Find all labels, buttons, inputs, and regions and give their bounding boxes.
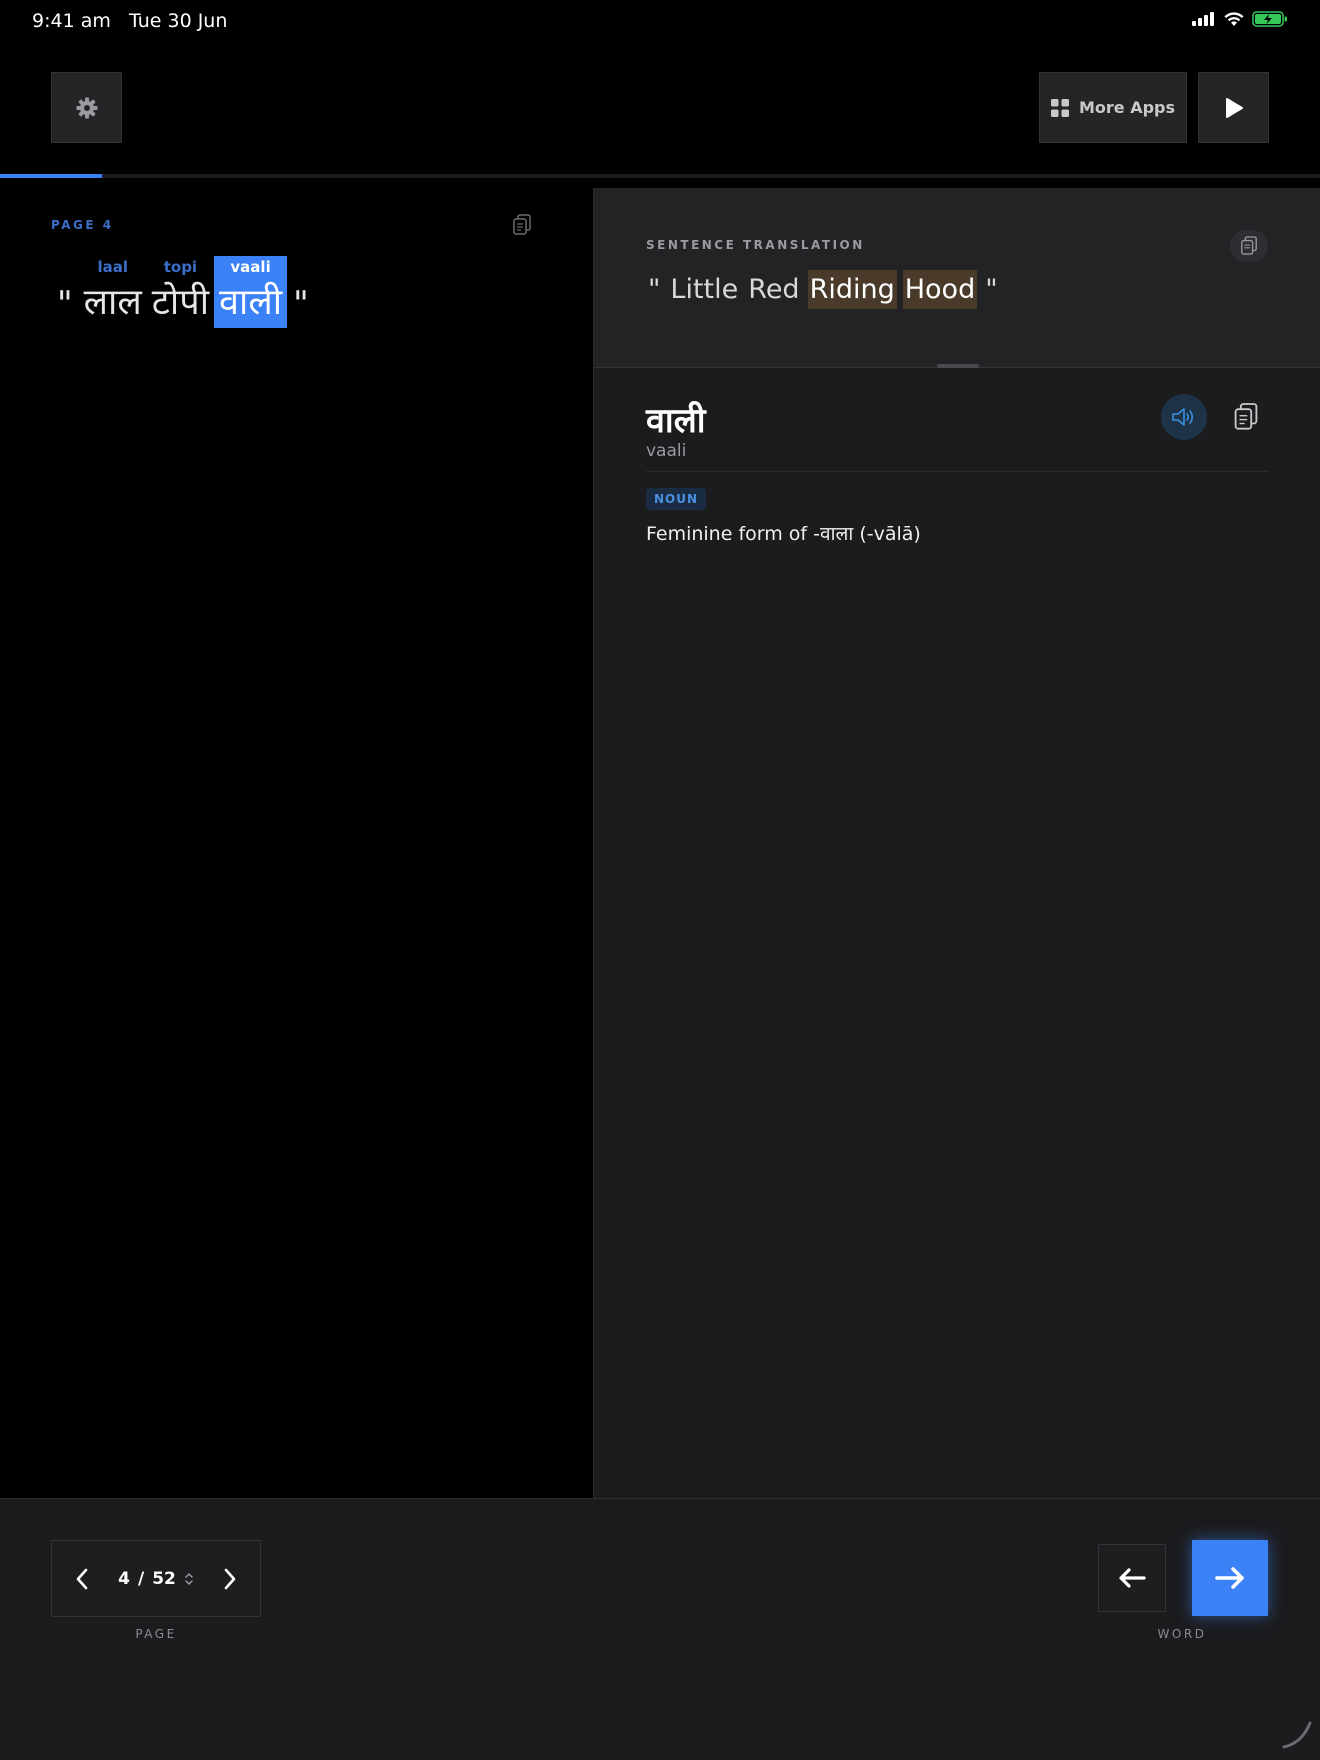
word-chip[interactable]: topi टोपी bbox=[147, 256, 214, 328]
more-apps-button[interactable]: More Apps bbox=[1039, 72, 1187, 143]
translation-word-highlighted: Riding bbox=[807, 270, 897, 309]
definition-panel: SENTENCE TRANSLATION " Little Red Riding… bbox=[593, 188, 1320, 1498]
page-separator: / bbox=[137, 1568, 145, 1589]
copy-sentence-button[interactable] bbox=[512, 214, 532, 240]
total-page-count: 52 bbox=[152, 1568, 176, 1589]
chevron-up-down-icon bbox=[185, 1572, 193, 1585]
sentence-translation-label: SENTENCE TRANSLATION bbox=[646, 238, 865, 252]
source-sentence-panel: PAGE 4 " laal लाल topi टोपी vaali वाली " bbox=[0, 188, 593, 1498]
word-transliteration: vaali bbox=[230, 258, 271, 276]
previous-word-button[interactable] bbox=[1098, 1544, 1166, 1612]
next-word-button[interactable] bbox=[1192, 1540, 1268, 1616]
reading-progress-fill bbox=[0, 174, 102, 178]
chevron-left-icon bbox=[76, 1568, 88, 1589]
word-caption: WORD bbox=[1157, 1627, 1207, 1641]
arrow-right-icon bbox=[1215, 1567, 1244, 1589]
status-time-text: 9:41 am bbox=[32, 10, 111, 32]
translation-open-quote: " bbox=[648, 274, 661, 305]
status-time: 9:41 am Tue 30 Jun bbox=[32, 10, 227, 32]
word-hindi: वाली bbox=[219, 282, 283, 323]
wifi-icon bbox=[1224, 11, 1244, 26]
status-bar: 9:41 am Tue 30 Jun bbox=[0, 0, 1320, 40]
translation-word: Little bbox=[670, 274, 739, 305]
definition-headword: वाली bbox=[646, 401, 706, 441]
page-caption: PAGE bbox=[135, 1627, 177, 1641]
source-sentence: " laal लाल topi टोपी vaali वाली " bbox=[51, 256, 315, 328]
page-label: PAGE 4 bbox=[51, 218, 114, 232]
arrow-left-icon bbox=[1119, 1568, 1146, 1588]
battery-charging-icon bbox=[1252, 11, 1287, 27]
speaker-icon bbox=[1172, 408, 1194, 426]
play-button[interactable] bbox=[1198, 72, 1269, 143]
settings-button[interactable] bbox=[51, 72, 122, 143]
previous-page-button[interactable] bbox=[52, 1541, 112, 1616]
translation-word-highlighted: Hood bbox=[902, 270, 978, 309]
definition-divider bbox=[646, 471, 1268, 472]
play-icon bbox=[1225, 97, 1243, 118]
translation-word: Red bbox=[748, 274, 800, 305]
part-of-speech-badge: NOUN bbox=[646, 488, 707, 510]
scroll-indicator-icon bbox=[1282, 1721, 1312, 1749]
definition-transliteration: vaali bbox=[646, 441, 687, 461]
copy-icon bbox=[1241, 236, 1257, 255]
gear-icon bbox=[76, 97, 97, 118]
copy-translation-button[interactable] bbox=[1230, 230, 1268, 262]
reading-progress-bar bbox=[0, 174, 1320, 178]
more-apps-label: More Apps bbox=[1078, 98, 1176, 117]
status-date-text: Tue 30 Jun bbox=[128, 10, 228, 32]
word-chip[interactable]: laal लाल bbox=[79, 256, 147, 328]
copy-icon bbox=[1234, 403, 1258, 430]
bottom-navigation-bar: 4 / 52 PAGE WORD bbox=[0, 1498, 1320, 1760]
page-pager: 4 / 52 bbox=[51, 1540, 261, 1617]
status-icons bbox=[1192, 11, 1288, 27]
copy-icon bbox=[513, 214, 531, 235]
word-transliteration: laal bbox=[97, 258, 128, 276]
translation-close-quote: " bbox=[985, 274, 998, 305]
open-quote: " bbox=[57, 284, 73, 324]
close-quote: " bbox=[293, 284, 309, 324]
definition-meaning: Feminine form of -वाला (-vālā) bbox=[646, 523, 921, 545]
next-page-button[interactable] bbox=[200, 1541, 260, 1616]
resize-handle[interactable] bbox=[937, 364, 979, 368]
grid-icon bbox=[1050, 98, 1069, 117]
pronounce-button[interactable] bbox=[1161, 394, 1207, 440]
current-page-number: 4 bbox=[118, 1568, 130, 1589]
chevron-right-icon bbox=[224, 1568, 236, 1589]
copy-definition-button[interactable] bbox=[1230, 401, 1262, 433]
cellular-signal-icon bbox=[1192, 12, 1214, 26]
word-hindi: लाल bbox=[83, 282, 142, 323]
word-transliteration: topi bbox=[163, 258, 198, 276]
word-chip-selected[interactable]: vaali वाली bbox=[214, 256, 288, 328]
sentence-translation-text: " Little Red Riding Hood " bbox=[646, 270, 1006, 309]
page-selector[interactable]: 4 / 52 bbox=[112, 1569, 200, 1589]
word-hindi: टोपी bbox=[151, 282, 210, 323]
sentence-translation-box: SENTENCE TRANSLATION " Little Red Riding… bbox=[594, 188, 1320, 368]
